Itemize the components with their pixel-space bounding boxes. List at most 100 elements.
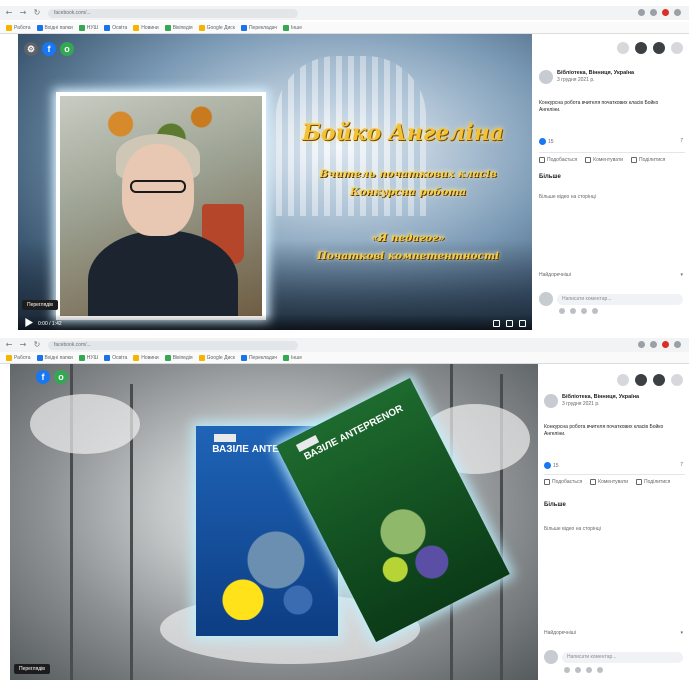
folder-icon [6, 354, 12, 361]
player-controls: 0:00 / 1:42 [18, 314, 532, 330]
folder-icon [78, 24, 85, 31]
reaction-count[interactable]: 15 [544, 462, 559, 469]
post-author[interactable]: Бібліотека, Вінниця, Україна [557, 70, 634, 77]
bookmark-item[interactable]: Інше [283, 24, 302, 31]
camera-icon[interactable] [570, 308, 576, 314]
odnoklassniki-icon[interactable]: o [54, 370, 68, 384]
settings-icon[interactable]: ⚙ [24, 42, 38, 56]
avatar[interactable] [539, 70, 553, 84]
snowy-branches [30, 394, 140, 454]
player-right-controls [493, 320, 526, 327]
subtitle-line-1: Вчитель початкових класів [319, 168, 497, 180]
menu-icon[interactable] [674, 9, 681, 16]
extension-icon[interactable] [638, 9, 645, 16]
post-side-panel: Бібліотека, Вінниця, Україна 3 грудня 20… [535, 34, 689, 334]
bookmark-item[interactable]: Інше [283, 354, 302, 361]
gif-icon[interactable] [586, 667, 592, 673]
sticker-icon[interactable] [597, 667, 603, 673]
bookmark-item[interactable]: НУШ [78, 24, 98, 31]
forward-icon[interactable]: → [18, 8, 28, 18]
comment-button[interactable]: Коментувати [585, 157, 623, 163]
bookmark-item[interactable]: Перекладач [240, 24, 277, 31]
bookmark-item[interactable]: Работа [6, 24, 31, 31]
emoji-icon[interactable] [559, 308, 565, 314]
post-side-panel: Бібліотека, Вінниця, Україна 3 грудня 20… [540, 364, 689, 684]
extension-icon[interactable] [662, 9, 669, 16]
bookmark-item[interactable]: НУШ [78, 354, 98, 361]
comment-input[interactable]: Написати коментар... [557, 293, 683, 305]
back-icon[interactable]: ← [4, 340, 14, 350]
back-icon[interactable]: ← [4, 8, 14, 18]
bookmark-item[interactable]: Освіта [104, 24, 127, 31]
volume-icon[interactable] [493, 320, 500, 327]
share-button[interactable]: Поділитися [636, 479, 670, 485]
post-header: Бібліотека, Вінниця, Україна 3 грудня 20… [539, 70, 685, 84]
extension-icon[interactable] [650, 9, 657, 16]
avatar [539, 292, 553, 306]
url-field[interactable]: facebook.com/... [48, 8, 298, 18]
social-buttons: f o [36, 370, 68, 384]
bookmark-item[interactable]: Google Диск [198, 354, 235, 361]
bookmarks-bar: Работа Вхідні папки НУШ Освіта Новини Ві… [0, 22, 689, 34]
menu-grid-icon[interactable] [617, 374, 629, 386]
fullscreen-icon[interactable] [519, 320, 526, 327]
bookmark-item[interactable]: Работа [6, 354, 31, 361]
bookmark-item[interactable]: Google Диск [198, 24, 235, 31]
sticker-icon[interactable] [592, 308, 598, 314]
bookmark-item[interactable]: Вхідні папки [36, 24, 73, 31]
bookmark-item[interactable]: Вікіпедія [164, 354, 193, 361]
facebook-icon[interactable]: f [36, 370, 50, 384]
comment-input[interactable]: Написати коментар... [562, 651, 683, 663]
bookmark-item[interactable]: Новини [133, 24, 159, 31]
comment-count[interactable]: 7 [680, 138, 683, 145]
like-button[interactable]: Подобається [539, 157, 577, 163]
odnoklassniki-icon[interactable]: o [60, 42, 74, 56]
folder-icon [198, 24, 205, 31]
extension-icon[interactable] [650, 341, 657, 348]
menu-grid-icon[interactable] [617, 42, 629, 54]
url-field[interactable]: facebook.com/... [48, 340, 298, 350]
extension-icon[interactable] [662, 341, 669, 348]
bookmark-item[interactable]: Новини [133, 354, 159, 361]
extension-icon[interactable] [638, 341, 645, 348]
extension-icons [638, 9, 681, 16]
messenger-icon[interactable] [635, 374, 647, 386]
avatar[interactable] [544, 394, 558, 408]
bookmark-item[interactable]: Вхідні папки [36, 354, 73, 361]
reactions-row: 15 7 [539, 138, 683, 145]
gif-icon[interactable] [581, 308, 587, 314]
facebook-icon[interactable]: f [42, 42, 56, 56]
reaction-count[interactable]: 15 [539, 138, 554, 145]
bookmark-item[interactable]: Вікіпедія [164, 24, 193, 31]
notifications-icon[interactable] [653, 42, 665, 54]
post-author[interactable]: Бібліотека, Вінниця, Україна [562, 394, 639, 401]
camera-icon[interactable] [575, 667, 581, 673]
account-icon[interactable] [671, 374, 683, 386]
subtitle-line-4: Початкові компетентності [316, 250, 500, 262]
notifications-icon[interactable] [653, 374, 665, 386]
reload-icon[interactable]: ↻ [32, 340, 42, 350]
like-button[interactable]: Подобається [544, 479, 582, 485]
post-date[interactable]: 3 грудня 2021 р. [562, 401, 639, 407]
share-button[interactable]: Поділитися [631, 157, 665, 163]
thumbs-up-icon [539, 157, 545, 163]
share-icon [631, 157, 638, 163]
comment-count[interactable]: 7 [680, 462, 683, 469]
reload-icon[interactable]: ↻ [32, 8, 42, 18]
comment-button[interactable]: Коментувати [590, 479, 628, 485]
account-icon[interactable] [671, 42, 683, 54]
bookmark-item[interactable]: Перекладач [240, 354, 277, 361]
play-icon[interactable] [25, 318, 33, 327]
settings-icon[interactable] [506, 320, 513, 327]
folder-icon [240, 354, 247, 361]
video-player[interactable]: ⚙ f o Бойко Ангеліна Вчитель початкових … [18, 34, 532, 330]
bookmark-item[interactable]: Освіта [104, 354, 127, 361]
emoji-icon[interactable] [564, 667, 570, 673]
menu-icon[interactable] [674, 341, 681, 348]
post-date[interactable]: 3 грудня 2021 р. [557, 77, 634, 83]
messenger-icon[interactable] [635, 42, 647, 54]
post-text: Конкурсна робота вчителя початкових клас… [544, 424, 664, 437]
comment-sort[interactable]: Найдоречніші ▾ [544, 630, 683, 636]
forward-icon[interactable]: → [18, 340, 28, 350]
comment-sort[interactable]: Найдоречніші ▾ [539, 272, 683, 278]
